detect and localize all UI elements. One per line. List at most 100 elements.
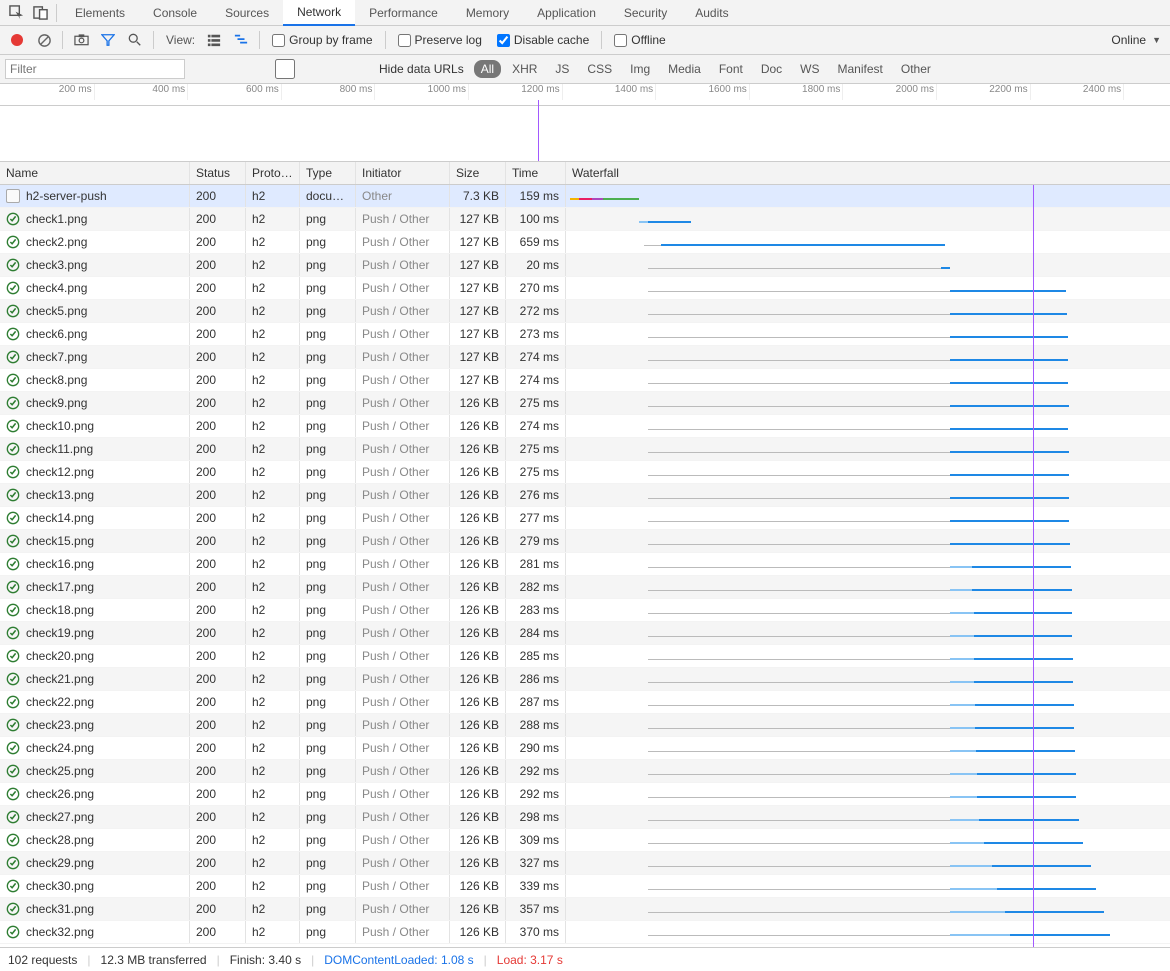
tab-memory[interactable]: Memory [452, 0, 523, 26]
table-row[interactable]: check7.png200h2pngPush / Other127 KB274 … [0, 346, 1170, 369]
table-row[interactable]: check5.png200h2pngPush / Other127 KB272 … [0, 300, 1170, 323]
request-protocol: h2 [246, 254, 300, 276]
group-by-frame-checkbox[interactable]: Group by frame [272, 33, 372, 47]
filter-type-ws[interactable]: WS [793, 60, 826, 78]
table-row[interactable]: check11.png200h2pngPush / Other126 KB275… [0, 438, 1170, 461]
col-name[interactable]: Name [0, 162, 190, 184]
table-row[interactable]: check14.png200h2pngPush / Other126 KB277… [0, 507, 1170, 530]
col-type[interactable]: Type [300, 162, 356, 184]
record-button[interactable] [5, 28, 29, 52]
capture-screenshots-icon[interactable] [69, 28, 93, 52]
table-row[interactable]: check22.png200h2pngPush / Other126 KB287… [0, 691, 1170, 714]
request-status: 200 [190, 599, 246, 621]
col-status[interactable]: Status [190, 162, 246, 184]
image-ok-icon [6, 879, 20, 893]
table-row[interactable]: check12.png200h2pngPush / Other126 KB275… [0, 461, 1170, 484]
filter-input[interactable] [5, 59, 185, 79]
request-time: 279 ms [506, 530, 566, 552]
search-icon[interactable] [123, 28, 147, 52]
waterfall-view-icon[interactable] [229, 28, 253, 52]
tab-elements[interactable]: Elements [61, 0, 139, 26]
filter-type-media[interactable]: Media [661, 60, 708, 78]
filter-icon[interactable] [96, 28, 120, 52]
preserve-log-checkbox[interactable]: Preserve log [398, 33, 482, 47]
hide-data-urls-checkbox[interactable]: Hide data URLs [195, 59, 464, 79]
throttling-dropdown[interactable]: Online▼ [1111, 33, 1161, 47]
large-rows-icon[interactable] [202, 28, 226, 52]
device-toolbar-icon[interactable] [28, 1, 52, 25]
request-name: check20.png [26, 649, 94, 663]
table-row[interactable]: check20.png200h2pngPush / Other126 KB285… [0, 645, 1170, 668]
request-status: 200 [190, 530, 246, 552]
table-row[interactable]: check13.png200h2pngPush / Other126 KB276… [0, 484, 1170, 507]
table-row[interactable]: check28.png200h2pngPush / Other126 KB309… [0, 829, 1170, 852]
filter-type-doc[interactable]: Doc [754, 60, 789, 78]
col-initiator[interactable]: Initiator [356, 162, 450, 184]
table-row[interactable]: h2-server-push200h2docu…Other7.3 KB159 m… [0, 185, 1170, 208]
table-row[interactable]: check26.png200h2pngPush / Other126 KB292… [0, 783, 1170, 806]
tab-performance[interactable]: Performance [355, 0, 452, 26]
col-waterfall[interactable]: Waterfall [566, 162, 1170, 184]
request-status: 200 [190, 277, 246, 299]
filter-type-other[interactable]: Other [894, 60, 938, 78]
table-row[interactable]: check15.png200h2pngPush / Other126 KB279… [0, 530, 1170, 553]
request-protocol: h2 [246, 691, 300, 713]
table-row[interactable]: check17.png200h2pngPush / Other126 KB282… [0, 576, 1170, 599]
filter-type-manifest[interactable]: Manifest [831, 60, 890, 78]
table-row[interactable]: check23.png200h2pngPush / Other126 KB288… [0, 714, 1170, 737]
table-header[interactable]: Name Status Proto… Type Initiator Size T… [0, 162, 1170, 185]
request-initiator: Other [356, 185, 450, 207]
table-row[interactable]: check24.png200h2pngPush / Other126 KB290… [0, 737, 1170, 760]
filter-type-all[interactable]: All [474, 60, 501, 78]
table-row[interactable]: check8.png200h2pngPush / Other127 KB274 … [0, 369, 1170, 392]
col-protocol[interactable]: Proto… [246, 162, 300, 184]
request-size: 126 KB [450, 599, 506, 621]
timeline-tick: 2000 ms [896, 84, 936, 95]
request-status: 200 [190, 461, 246, 483]
request-name: check5.png [26, 304, 87, 318]
table-row[interactable]: check1.png200h2pngPush / Other127 KB100 … [0, 208, 1170, 231]
filter-type-js[interactable]: JS [548, 60, 576, 78]
table-row[interactable]: check6.png200h2pngPush / Other127 KB273 … [0, 323, 1170, 346]
filter-type-xhr[interactable]: XHR [505, 60, 544, 78]
request-protocol: h2 [246, 921, 300, 943]
col-time[interactable]: Time [506, 162, 566, 184]
table-row[interactable]: check9.png200h2pngPush / Other126 KB275 … [0, 392, 1170, 415]
table-row[interactable]: check25.png200h2pngPush / Other126 KB292… [0, 760, 1170, 783]
filter-type-img[interactable]: Img [623, 60, 657, 78]
clear-button[interactable] [32, 28, 56, 52]
table-row[interactable]: check3.png200h2pngPush / Other127 KB20 m… [0, 254, 1170, 277]
col-size[interactable]: Size [450, 162, 506, 184]
inspect-icon[interactable] [4, 1, 28, 25]
tab-console[interactable]: Console [139, 0, 211, 26]
waterfall-cell [566, 399, 1170, 407]
table-row[interactable]: check10.png200h2pngPush / Other126 KB274… [0, 415, 1170, 438]
table-row[interactable]: check4.png200h2pngPush / Other127 KB270 … [0, 277, 1170, 300]
table-row[interactable]: check18.png200h2pngPush / Other126 KB283… [0, 599, 1170, 622]
tab-application[interactable]: Application [523, 0, 610, 26]
status-bar: 102 requests| 12.3 MB transferred| Finis… [0, 947, 1170, 971]
tab-sources[interactable]: Sources [211, 0, 283, 26]
request-protocol: h2 [246, 484, 300, 506]
table-row[interactable]: check19.png200h2pngPush / Other126 KB284… [0, 622, 1170, 645]
table-row[interactable]: check21.png200h2pngPush / Other126 KB286… [0, 668, 1170, 691]
request-size: 126 KB [450, 622, 506, 644]
filter-type-font[interactable]: Font [712, 60, 750, 78]
table-row[interactable]: check16.png200h2pngPush / Other126 KB281… [0, 553, 1170, 576]
tab-security[interactable]: Security [610, 0, 681, 26]
table-row[interactable]: check29.png200h2pngPush / Other126 KB327… [0, 852, 1170, 875]
disable-cache-checkbox[interactable]: Disable cache [497, 33, 589, 47]
offline-checkbox[interactable]: Offline [614, 33, 665, 47]
filter-type-css[interactable]: CSS [580, 60, 619, 78]
table-row[interactable]: check27.png200h2pngPush / Other126 KB298… [0, 806, 1170, 829]
table-row[interactable]: check2.png200h2pngPush / Other127 KB659 … [0, 231, 1170, 254]
table-row[interactable]: check30.png200h2pngPush / Other126 KB339… [0, 875, 1170, 898]
tab-network[interactable]: Network [283, 0, 355, 26]
request-size: 126 KB [450, 438, 506, 460]
request-time: 292 ms [506, 783, 566, 805]
request-protocol: h2 [246, 323, 300, 345]
timeline-overview[interactable]: 200 ms400 ms600 ms800 ms1000 ms1200 ms14… [0, 84, 1170, 162]
table-row[interactable]: check32.png200h2pngPush / Other126 KB370… [0, 921, 1170, 944]
tab-audits[interactable]: Audits [681, 0, 742, 26]
table-row[interactable]: check31.png200h2pngPush / Other126 KB357… [0, 898, 1170, 921]
